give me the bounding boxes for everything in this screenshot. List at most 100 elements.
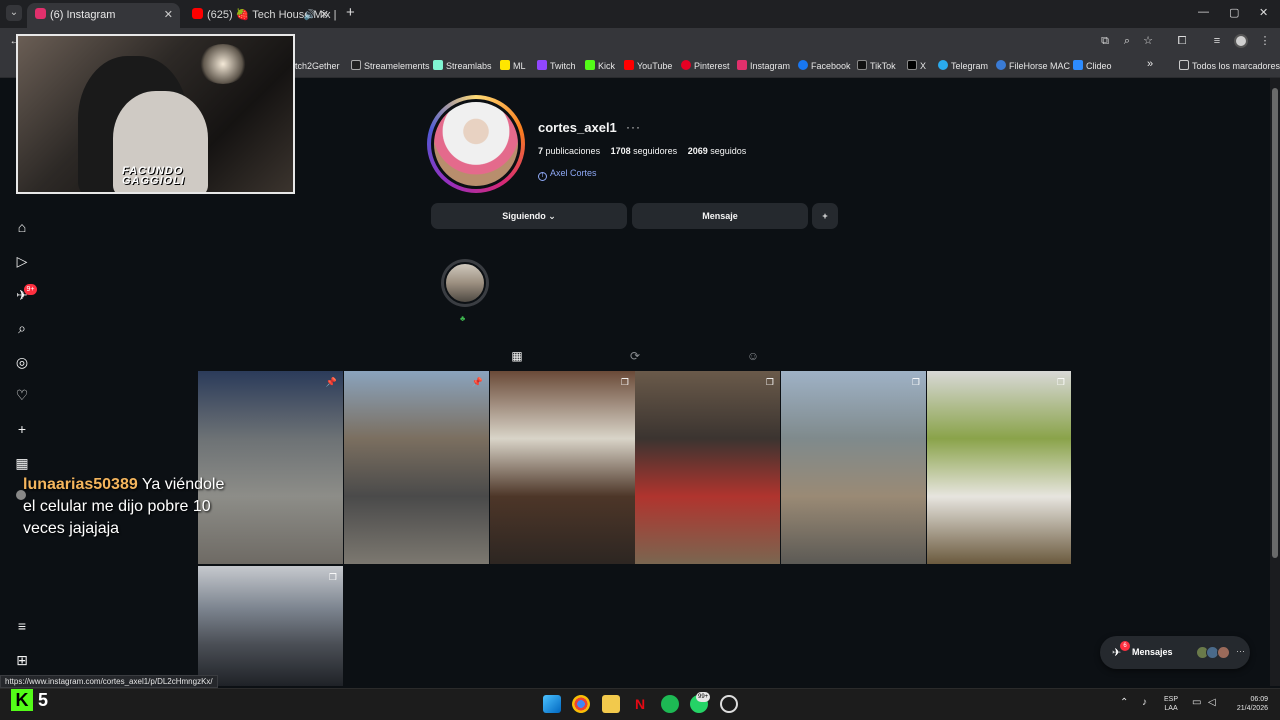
clideo-icon <box>1073 60 1083 70</box>
cast-icon[interactable]: ⧉ <box>1098 34 1112 48</box>
tab-search-button[interactable]: ⌄ <box>6 5 22 21</box>
bookmark-item[interactable]: Clideo <box>1073 60 1112 72</box>
followers-count: 1708 <box>610 146 631 156</box>
post-thumbnail[interactable]: ❐ <box>781 371 926 564</box>
messages-pill[interactable]: ✈ 6 Mensajes ··· <box>1100 636 1250 669</box>
close-tab-icon[interactable]: ✕ <box>164 5 173 26</box>
bookmark-item[interactable]: Facebook <box>798 60 851 72</box>
reading-list-icon[interactable]: ≡ <box>1210 34 1224 48</box>
profile-username: cortes_axel1 <box>538 120 617 135</box>
tab-youtube[interactable]: (625) 🍓 Tech House Mix | 🔊 ✕ <box>184 3 336 28</box>
close-tab-icon[interactable]: ✕ <box>320 5 329 26</box>
dashboard-icon[interactable]: ▦ <box>13 454 31 472</box>
more-icon: ··· <box>1236 646 1245 656</box>
chevron-up-icon[interactable]: ⌃ <box>1120 697 1128 708</box>
followers-label: seguidores <box>633 146 678 156</box>
search-icon[interactable]: ⌕ <box>13 319 31 337</box>
start-icon[interactable] <box>543 695 561 713</box>
zoom-icon[interactable]: ⌕ <box>1120 34 1134 48</box>
volume-icon[interactable]: ◁ <box>1208 697 1216 708</box>
tab-posts-grid-icon[interactable]: ▦ <box>510 349 524 363</box>
also-from-meta-icon[interactable]: ⊞ <box>13 651 31 669</box>
profile-avatar[interactable] <box>431 99 521 189</box>
bookmark-item[interactable]: YouTube <box>624 60 672 72</box>
bookmark-item[interactable]: X <box>907 60 926 72</box>
kick-viewer-count: 5 <box>38 690 49 710</box>
youtube-favicon-icon <box>192 8 203 19</box>
scrollbar-thumb[interactable] <box>1272 88 1278 558</box>
all-bookmarks-folder[interactable]: Todos los marcadores <box>1179 60 1280 72</box>
maximize-button[interactable]: ▢ <box>1229 6 1239 19</box>
chrome-icon[interactable] <box>572 695 590 713</box>
bookmark-item[interactable]: atch2Gether <box>290 60 340 72</box>
bookmark-item[interactable]: Twitch <box>537 60 576 72</box>
pinned-icon: 📌 <box>325 377 337 387</box>
story-highlight-label: ♣ <box>460 314 466 323</box>
bookmark-item[interactable]: ML <box>500 60 526 72</box>
reels-icon[interactable]: ▷ <box>13 252 31 270</box>
facebook-profile-link[interactable]: f Axel Cortes <box>538 168 597 181</box>
messages-label: Mensajes <box>1132 647 1173 657</box>
bookmark-star-icon[interactable]: ☆ <box>1141 34 1155 48</box>
story-highlight-cover[interactable] <box>444 262 486 304</box>
post-thumbnail[interactable]: ❐ <box>490 371 635 564</box>
explore-icon[interactable]: ◎ <box>13 353 31 371</box>
home-icon[interactable]: ⌂ <box>13 218 31 236</box>
post-thumbnail[interactable]: ❐ <box>198 566 343 686</box>
following-button[interactable]: Siguiendo ⌄ <box>431 203 627 229</box>
bookmark-item[interactable]: Kick <box>585 60 615 72</box>
post-thumbnail[interactable]: 📌 <box>344 371 489 564</box>
folder-icon <box>1179 60 1189 70</box>
tab-reposts-icon[interactable]: ⟳ <box>628 349 642 363</box>
bookmark-item[interactable]: Telegram <box>938 60 988 72</box>
carousel-icon: ❐ <box>620 377 629 387</box>
app-icon[interactable] <box>720 695 738 713</box>
create-icon[interactable]: + <box>13 420 31 438</box>
pinned-icon: 📌 <box>471 377 483 387</box>
suggested-users-button[interactable]: + <box>812 203 838 229</box>
bookmarks-overflow-button[interactable]: » <box>1147 58 1153 70</box>
bookmark-item[interactable]: FileHorse MAC <box>996 60 1070 72</box>
tab-instagram[interactable]: (6) Instagram ✕ <box>27 3 180 28</box>
heart-icon[interactable]: ♡ <box>13 386 31 404</box>
clock[interactable]: 06:09 21/4/2026 <box>1228 695 1268 713</box>
bookmark-item[interactable]: Streamelements <box>351 60 430 72</box>
streamer-watermark: FACUNDO GAGGIOLI <box>122 165 185 187</box>
menu-icon[interactable]: ⋮ <box>1258 34 1272 48</box>
bookmark-item[interactable]: Streamlabs <box>433 60 492 72</box>
kick-icon <box>585 60 595 70</box>
tab-tagged-icon[interactable]: ☺ <box>746 349 760 363</box>
posts-count: 7 <box>538 146 544 156</box>
bookmark-item[interactable]: Instagram <box>737 60 790 72</box>
following-link[interactable]: 2069 seguidos <box>688 146 747 156</box>
post-thumbnail[interactable]: ❐ <box>927 371 1071 564</box>
following-count: 2069 <box>687 146 708 156</box>
message-button[interactable]: Mensaje <box>632 203 808 229</box>
messenger-badge: 9+ <box>24 284 37 295</box>
netflix-icon[interactable]: N <box>631 695 649 713</box>
display-icon[interactable]: ▭ <box>1192 697 1201 708</box>
file-explorer-icon[interactable] <box>602 695 620 713</box>
browser-profile-avatar[interactable] <box>1234 34 1248 48</box>
facebook-icon: f <box>538 172 547 181</box>
followers-link[interactable]: 1708 seguidores <box>611 146 678 156</box>
extensions-icon[interactable]: ⧠ <box>1175 34 1189 48</box>
avatar <box>1217 646 1230 659</box>
minimize-button[interactable]: — <box>1198 6 1209 18</box>
add-user-icon: + <box>822 211 828 221</box>
tab-title: (625) 🍓 Tech House Mix | <box>207 9 336 21</box>
bookmark-item[interactable]: TikTok <box>857 60 896 72</box>
profile-options-icon[interactable]: ··· <box>626 120 641 134</box>
spotify-icon[interactable] <box>661 695 679 713</box>
close-window-button[interactable]: ✕ <box>1259 6 1268 19</box>
microphone-icon[interactable]: ♪ <box>1142 697 1147 708</box>
speaker-icon[interactable]: 🔊 <box>304 5 316 26</box>
new-tab-button[interactable]: + <box>346 5 355 21</box>
more-menu-icon[interactable]: ≡ <box>13 617 31 635</box>
page-scrollbar[interactable] <box>1270 78 1280 686</box>
post-thumbnail[interactable]: ❐ <box>635 371 780 564</box>
chevron-down-icon: ⌄ <box>548 211 556 221</box>
bookmark-item[interactable]: Pinterest <box>681 60 730 72</box>
twitch-icon <box>537 60 547 70</box>
language-indicator[interactable]: ESP LAA <box>1164 695 1178 713</box>
